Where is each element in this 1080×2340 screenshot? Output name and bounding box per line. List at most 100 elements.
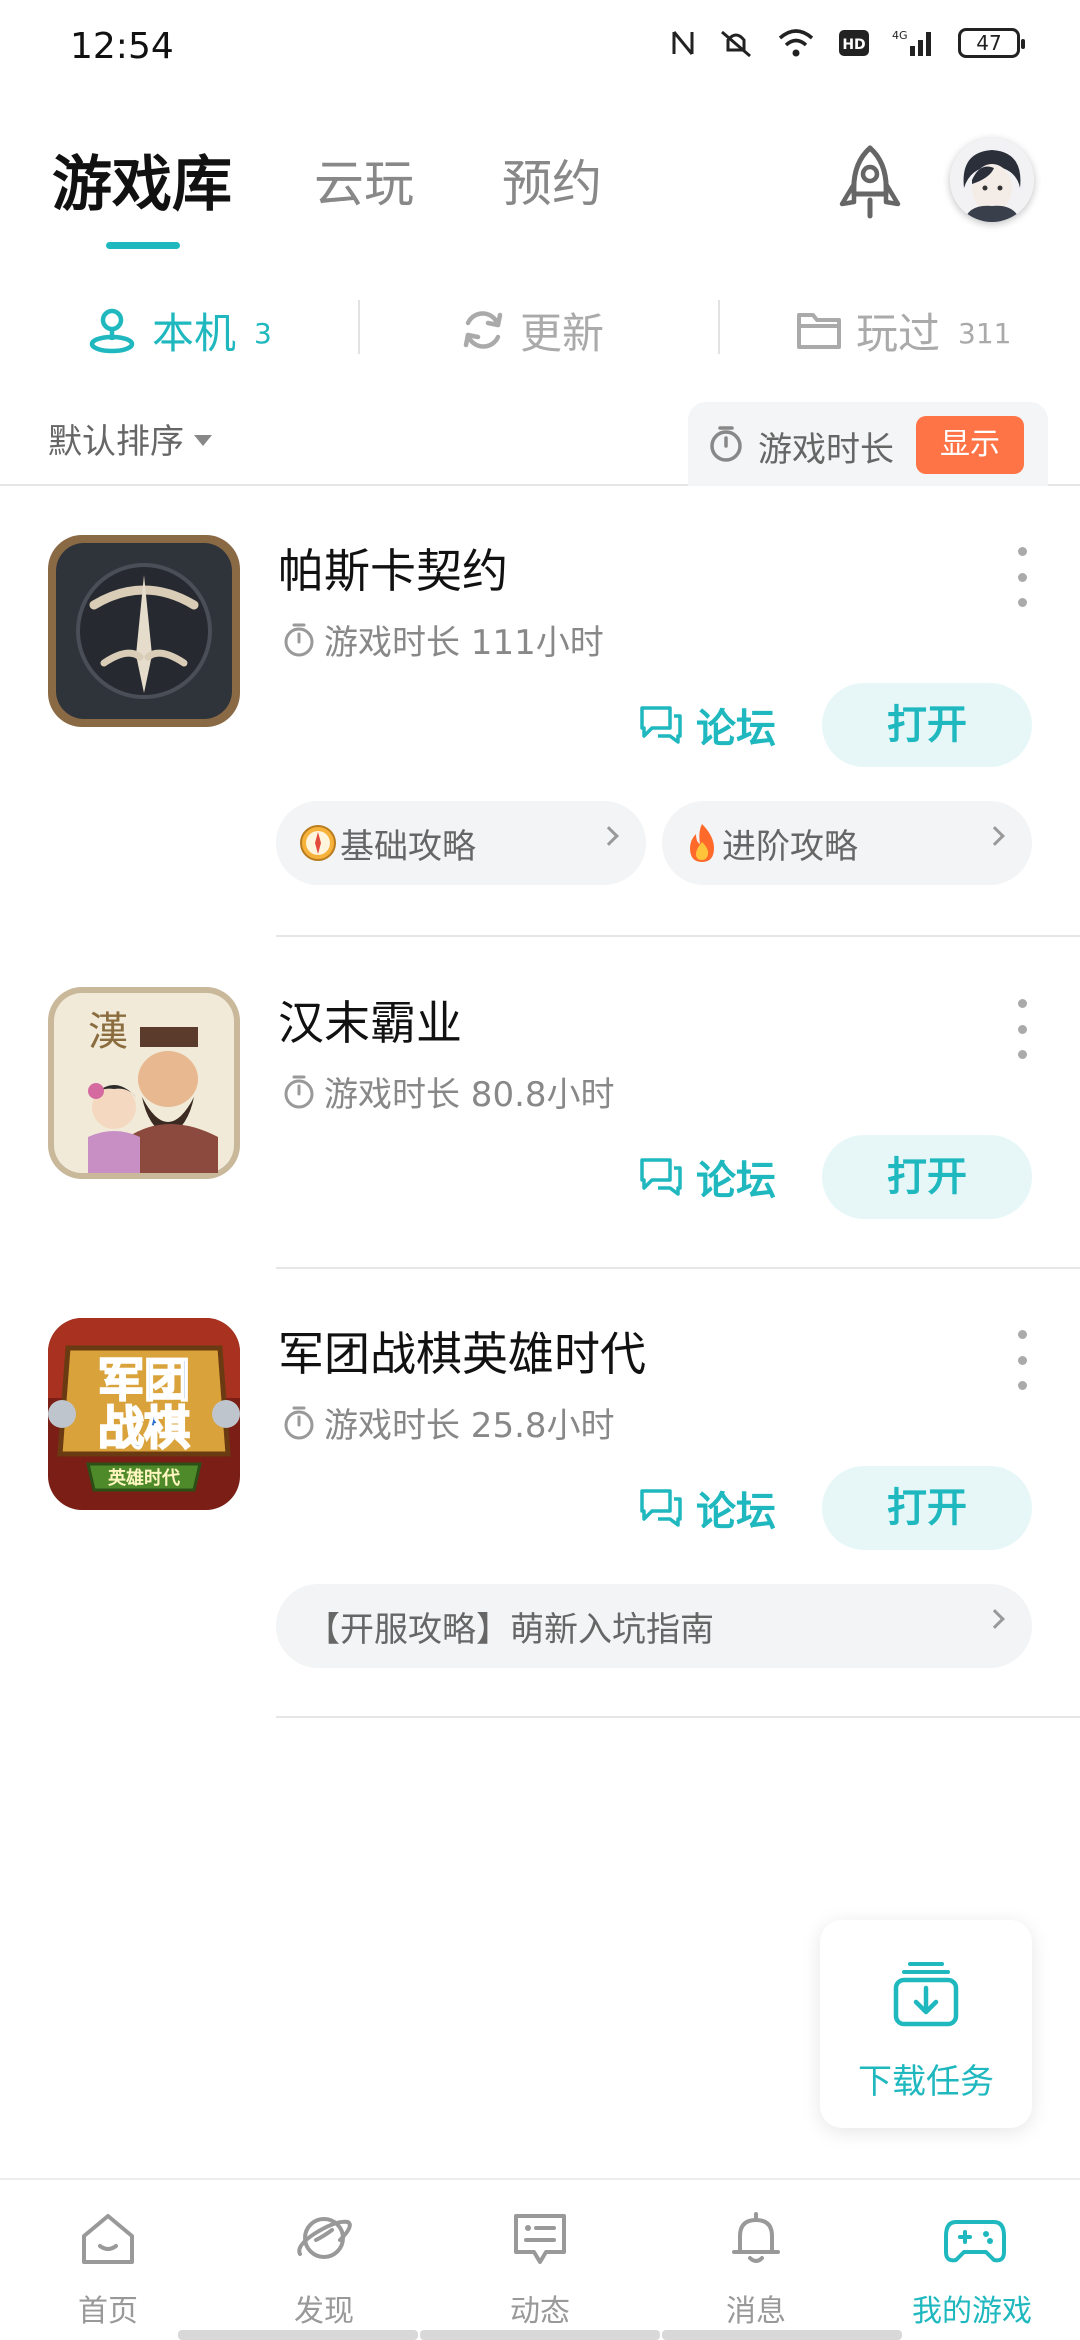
home-icon xyxy=(82,2214,134,2264)
guide-advanced[interactable]: 进阶攻略 xyxy=(662,801,1032,885)
nav-home-label: 首页 xyxy=(78,2294,138,2329)
home-indicator xyxy=(662,2330,902,2340)
game-playtime: 游戏时长 80.8小时 xyxy=(282,1067,615,1116)
nav-home[interactable]: 首页 xyxy=(0,2180,216,2340)
han-dynasty-game-logo-icon: 漢 xyxy=(48,987,240,1179)
status-time: 12:54 xyxy=(70,26,174,67)
game-item[interactable]: 帕斯卡契约 游戏时长 111小时 论坛 打开 基础攻略 进阶攻略 xyxy=(0,535,1080,937)
game-playtime-text: 游戏时长 80.8小时 xyxy=(324,1075,615,1115)
tab-underline xyxy=(106,242,180,249)
legion-logo-text-3: 英雄时代 xyxy=(107,1467,180,1489)
game-icon-pascal[interactable] xyxy=(48,535,240,727)
game-playtime-text: 游戏时长 111小时 xyxy=(324,623,604,663)
divider xyxy=(358,300,360,354)
home-indicator xyxy=(178,2330,418,2340)
subtab-local-count: 3 xyxy=(254,316,272,350)
more-options-button[interactable] xyxy=(1008,999,1036,1059)
forum-button[interactable]: 论坛 xyxy=(638,1466,776,1550)
item-divider xyxy=(276,1716,1080,1718)
gamepad-icon xyxy=(944,2220,1006,2263)
item-divider xyxy=(276,1267,1080,1269)
game-playtime: 游戏时长 111小时 xyxy=(282,615,604,664)
guide-basic[interactable]: 基础攻略 xyxy=(276,801,646,885)
nav-messages-label: 消息 xyxy=(726,2294,786,2329)
tab-game-library[interactable]: 游戏库 xyxy=(52,136,232,223)
stopwatch-icon xyxy=(284,623,314,656)
download-tasks-label: 下载任务 xyxy=(858,2062,994,2102)
more-options-button[interactable] xyxy=(1008,1330,1036,1390)
nfc-icon xyxy=(672,31,694,55)
chevron-right-icon xyxy=(985,1609,1005,1629)
playtime-label: 游戏时长 xyxy=(758,430,894,470)
open-game-button[interactable]: 打开 xyxy=(822,1466,1032,1550)
compass-icon xyxy=(300,825,336,861)
wifi-icon xyxy=(778,29,814,57)
stopwatch-icon xyxy=(284,1075,314,1108)
playtime-toggle[interactable]: 游戏时长 显示 xyxy=(688,402,1048,486)
forum-button[interactable]: 论坛 xyxy=(638,683,776,767)
top-tabs: 游戏库 云玩 预约 xyxy=(0,130,1080,260)
guide-newbie[interactable]: 【开服攻略】萌新入坑指南 xyxy=(276,1584,1032,1668)
game-name: 军团战棋英雄时代 xyxy=(278,1327,646,1381)
chevron-right-icon xyxy=(985,826,1005,846)
avatar[interactable] xyxy=(950,138,1034,222)
sub-tabs: 本机 3 更新 玩过 311 xyxy=(0,290,1080,370)
nav-discover[interactable]: 发现 xyxy=(216,2180,432,2340)
game-icon-hanmo[interactable]: 漢 xyxy=(48,987,240,1179)
sort-row: 默认排序 游戏时长 显示 xyxy=(0,400,1080,486)
game-item[interactable]: 军团 战棋 英雄时代 军团战棋英雄时代 游戏时长 25.8小时 论坛 打开 【开… xyxy=(0,1318,1080,1718)
subtab-local-label: 本机 xyxy=(152,308,237,358)
guide-label: 基础攻略 xyxy=(340,826,476,867)
download-tray-icon xyxy=(893,1962,959,2027)
more-options-button[interactable] xyxy=(1008,547,1036,607)
subtab-local[interactable]: 本机 3 xyxy=(86,300,272,360)
rocket-icon xyxy=(839,145,901,219)
chat-bubble-icon xyxy=(640,706,682,744)
sort-label: 默认排序 xyxy=(48,422,184,462)
nav-feed-label: 动态 xyxy=(510,2294,570,2329)
game-item[interactable]: 漢 汉末霸业 游戏时长 80.8小时 论坛 打开 xyxy=(0,987,1080,1269)
game-name: 帕斯卡契约 xyxy=(278,544,508,598)
nav-my-games-label: 我的游戏 xyxy=(912,2294,1032,2329)
bottom-nav: 首页 发现 动态 消息 我的游戏 xyxy=(0,2178,1080,2340)
show-playtime-button[interactable]: 显示 xyxy=(916,416,1024,474)
chat-bubble-icon xyxy=(640,1158,682,1196)
forum-button[interactable]: 论坛 xyxy=(638,1135,776,1219)
guide-label: 进阶攻略 xyxy=(722,826,858,867)
tab-reservation[interactable]: 预约 xyxy=(502,144,602,216)
game-name: 汉末霸业 xyxy=(278,996,462,1050)
subtab-played[interactable]: 玩过 311 xyxy=(796,300,1011,360)
chat-bubble-icon xyxy=(640,1489,682,1527)
svg-text:HD: HD xyxy=(842,37,865,53)
avatar-image-icon xyxy=(950,138,1034,222)
folder-icon xyxy=(797,313,841,349)
mute-icon xyxy=(721,30,751,58)
pascal-contract-logo-icon xyxy=(48,535,240,727)
item-divider xyxy=(276,935,1080,937)
stopwatch-icon xyxy=(710,426,742,462)
location-pin-icon xyxy=(89,308,135,354)
caret-down-icon xyxy=(194,435,212,446)
stopwatch-icon xyxy=(284,1406,314,1439)
nav-feed[interactable]: 动态 xyxy=(432,2180,648,2340)
nav-my-games[interactable]: 我的游戏 xyxy=(864,2180,1080,2340)
open-game-button[interactable]: 打开 xyxy=(822,683,1032,767)
chevron-right-icon xyxy=(599,826,619,846)
nav-messages[interactable]: 消息 xyxy=(648,2180,864,2340)
subtab-played-label: 玩过 xyxy=(856,308,941,358)
forum-label: 论坛 xyxy=(696,1158,776,1204)
rocket-button[interactable] xyxy=(830,142,910,232)
open-game-button[interactable]: 打开 xyxy=(822,1135,1032,1219)
tab-cloud-play[interactable]: 云玩 xyxy=(314,144,414,216)
legion-logo-text-1: 军团 xyxy=(98,1353,190,1407)
battery-icon: 47 xyxy=(958,28,1025,58)
sort-dropdown[interactable]: 默认排序 xyxy=(48,414,212,463)
forum-label: 论坛 xyxy=(696,1489,776,1535)
nav-discover-label: 发现 xyxy=(294,2294,354,2329)
game-icon-legion[interactable]: 军团 战棋 英雄时代 xyxy=(48,1318,240,1510)
download-tasks-button[interactable]: 下载任务 xyxy=(820,1920,1032,2128)
subtab-update[interactable]: 更新 xyxy=(460,300,604,360)
legion-logo-text-2: 战棋 xyxy=(98,1401,190,1455)
svg-text:漢: 漢 xyxy=(88,1009,128,1055)
bell-icon xyxy=(732,2212,780,2263)
